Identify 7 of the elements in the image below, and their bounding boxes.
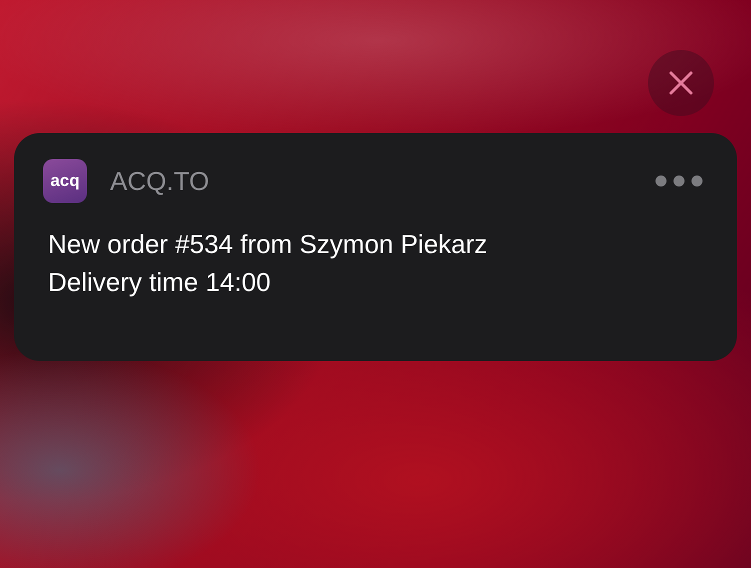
app-icon: acq [43, 159, 87, 203]
close-icon [669, 71, 693, 95]
notification-text: New order #534 from Szymon Piekarz [48, 228, 488, 261]
app-name: ACQ.TO [110, 166, 210, 196]
more-icon[interactable] [655, 175, 703, 187]
notification-text: Delivery time 14:00 [48, 266, 272, 299]
notification-card[interactable]: acq ACQ.TO New order #534 from Szymon Piekarz Delivery time 14:00 [14, 133, 737, 361]
